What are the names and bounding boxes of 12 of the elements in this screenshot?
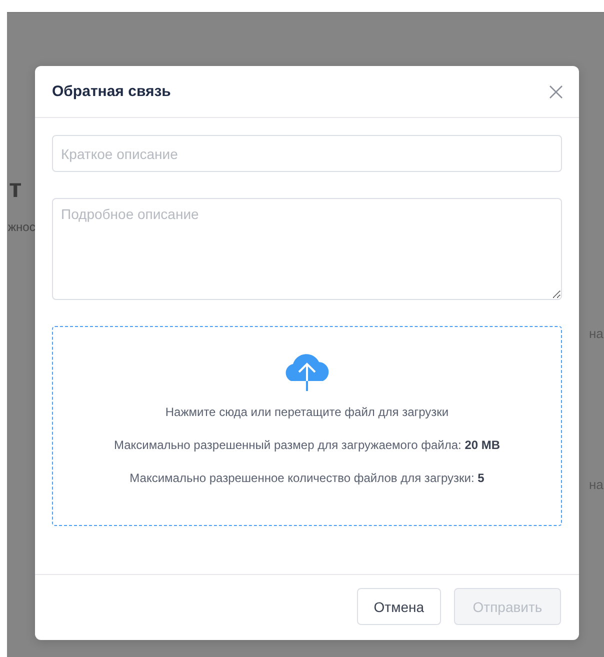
dialog-title: Обратная связь	[52, 83, 171, 100]
background-text: т	[9, 173, 22, 204]
upload-hint: Нажмите сюда или перетащите файл для загрузки	[165, 405, 449, 419]
upload-hint: Максимально разрешенное количество файлов для загрузки: 5	[130, 471, 484, 485]
background-text: жнос	[8, 220, 36, 234]
close-button[interactable]	[549, 84, 563, 98]
summary-field[interactable]: Краткое описание	[52, 135, 562, 172]
upload-dropzone[interactable]: Нажмите сюда или перетащите файл для загрузки Максимально разрешенный размер для загружаемого файла: 20 MB Максимально разрешенное количество файлов для загрузки: 5	[52, 326, 562, 526]
dialog-button[interactable]: Отмена	[356, 588, 441, 625]
description-field[interactable]: Подробное описание	[52, 198, 562, 300]
close-icon	[549, 84, 563, 98]
upload-hint: Максимально разрешенный размер для загружаемого файла: 20 MB	[114, 438, 500, 452]
